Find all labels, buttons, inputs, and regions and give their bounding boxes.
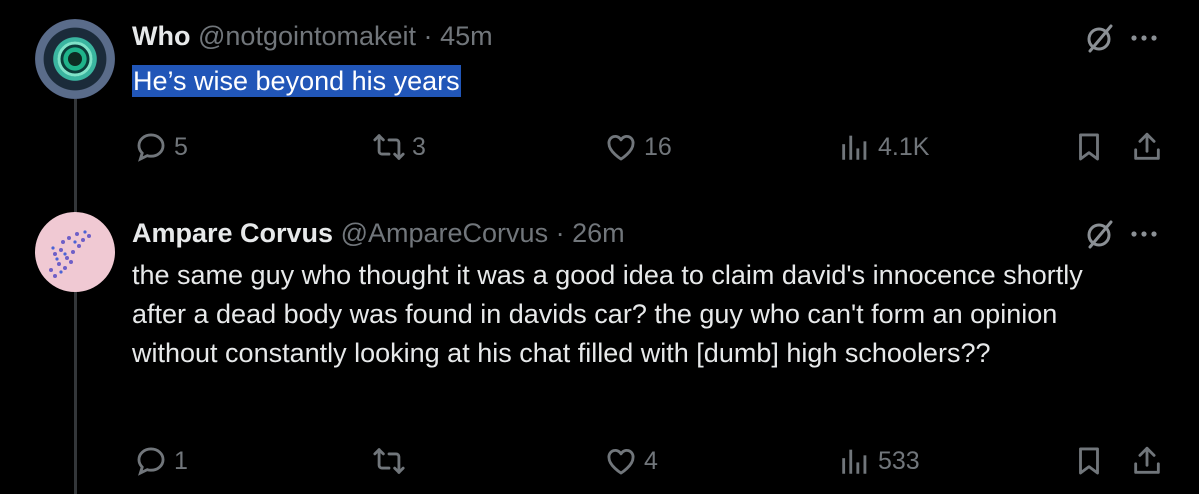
bookmark-button[interactable] (1072, 444, 1106, 478)
bookmark-button[interactable] (1072, 130, 1106, 164)
reply-count: 5 (174, 132, 188, 161)
thread-connector-line (74, 98, 77, 494)
views-button[interactable]: 533 (838, 444, 920, 478)
avatar[interactable] (35, 212, 115, 292)
reply-icon (137, 447, 165, 476)
views-button[interactable]: 4.1K (838, 130, 929, 164)
separator: · (423, 21, 433, 51)
bookmark-icon (1079, 447, 1099, 475)
handle[interactable]: @AmpareCorvus (341, 218, 548, 248)
reply-button[interactable]: 5 (134, 130, 188, 164)
display-name[interactable]: Ampare Corvus (132, 218, 333, 248)
handle[interactable]: @notgointomakeit (198, 21, 416, 51)
timestamp[interactable]: 45m (440, 21, 493, 51)
post-text: the same guy who thought it was a good i… (132, 260, 1083, 368)
post-header: Ampare Corvus @AmpareCorvus · 26m (132, 217, 625, 249)
reply-icon (137, 133, 165, 162)
share-icon (1134, 446, 1160, 474)
separator: · (555, 218, 565, 248)
selected-text: He’s wise beyond his years (132, 65, 461, 97)
post-header: Who @notgointomakeit · 45m (132, 20, 493, 52)
repost-count: 3 (412, 132, 426, 161)
heart-icon (607, 135, 635, 161)
repost-icon (373, 134, 405, 160)
avatar[interactable] (35, 19, 115, 99)
like-count: 4 (644, 446, 658, 475)
more-icon[interactable] (1126, 22, 1162, 58)
bookmark-icon (1079, 133, 1099, 161)
post-text: He’s wise beyond his years (132, 62, 461, 101)
grok-icon[interactable] (1082, 20, 1118, 56)
like-button[interactable]: 4 (604, 444, 658, 478)
like-button[interactable]: 16 (604, 130, 672, 164)
display-name[interactable]: Who (132, 21, 190, 51)
views-icon (842, 449, 867, 474)
like-count: 16 (644, 132, 672, 161)
share-button[interactable] (1130, 444, 1164, 478)
reply-count: 1 (174, 446, 188, 475)
view-count: 4.1K (878, 132, 930, 161)
repost-button[interactable] (372, 444, 412, 478)
share-button[interactable] (1130, 130, 1164, 164)
repost-icon (373, 448, 405, 474)
reply-button[interactable]: 1 (134, 444, 188, 478)
repost-button[interactable]: 3 (372, 130, 426, 164)
grok-icon[interactable] (1082, 216, 1118, 252)
view-count: 533 (878, 446, 920, 475)
more-icon[interactable] (1126, 218, 1162, 254)
timestamp[interactable]: 26m (572, 218, 625, 248)
views-icon (842, 135, 867, 160)
share-icon (1134, 132, 1160, 160)
heart-icon (607, 449, 635, 475)
